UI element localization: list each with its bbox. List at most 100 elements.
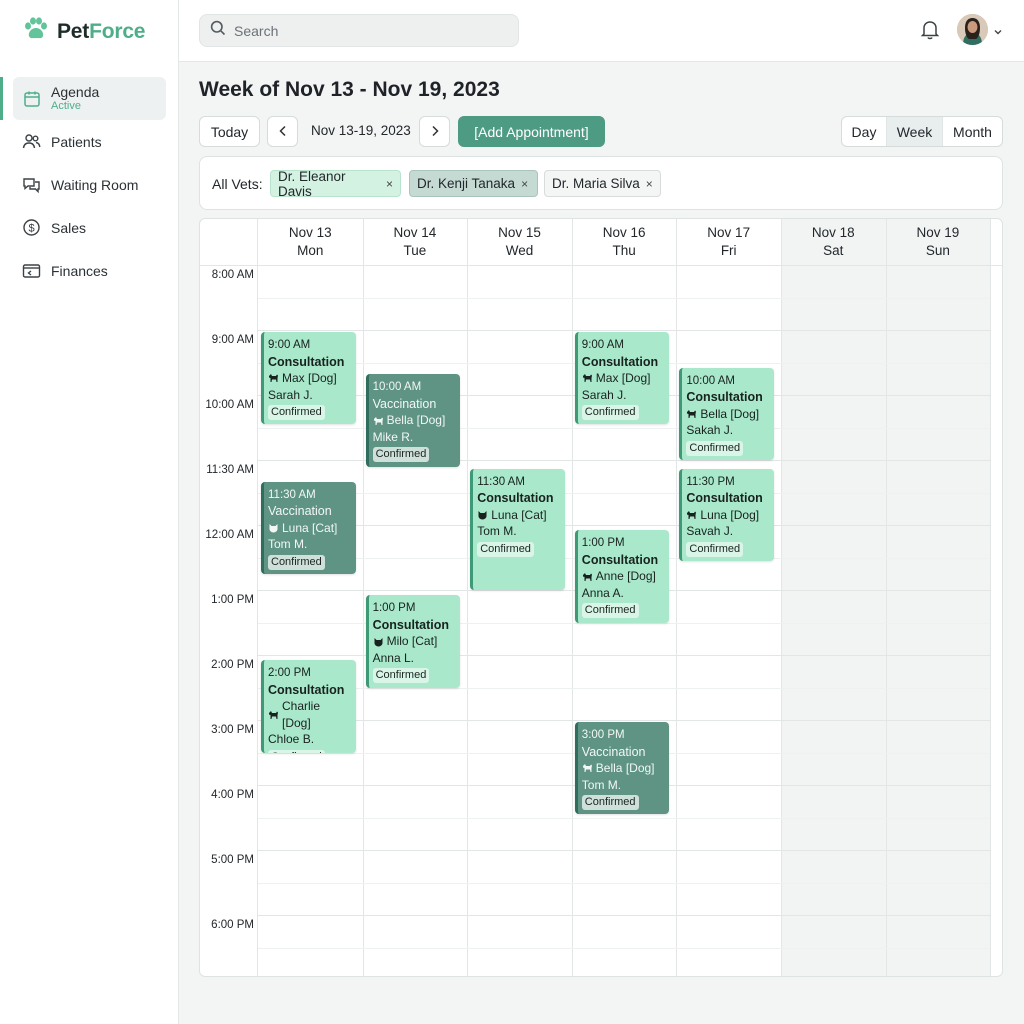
- add-appointment-button[interactable]: [Add Appointment]: [458, 116, 605, 147]
- appointment-owner: Tom M.: [581, 777, 622, 792]
- dollar-icon: $: [22, 218, 41, 237]
- view-month-button[interactable]: Month: [943, 117, 1002, 146]
- appointment-type: Vaccination: [581, 744, 646, 759]
- appointment-card[interactable]: 1:00 PM Consultation Milo [Cat] Anna L. Conf…: [365, 595, 461, 688]
- time-slot-label: 3:00 PM: [211, 724, 254, 736]
- appointment-type: Consultation: [372, 617, 449, 632]
- appointment-time: 10:00 AM: [372, 381, 422, 394]
- week-calendar-grid: Nov 13 Mon Nov 14 Tue Nov 15 Wed Nov 16 Thu Nov …: [199, 218, 1003, 977]
- appointment-time: 10:00 AM: [686, 374, 735, 387]
- sidebar-item-finances[interactable]: Finances: [13, 249, 166, 292]
- sidebar-item-label: Patients: [51, 133, 102, 150]
- sidebar-item-label: Waiting Room: [51, 176, 139, 193]
- top-bar: [179, 0, 1024, 62]
- half-hour-gridline: [258, 297, 991, 299]
- day-header: Nov 16 Thu: [572, 219, 677, 265]
- appointment-card[interactable]: 1:00 PM Consultation Anne [Dog] Anna A. Conf…: [574, 530, 670, 623]
- search-input[interactable]: [234, 22, 504, 39]
- day-header-weekday: Mon: [297, 243, 324, 258]
- half-hour-gridline: [258, 882, 991, 884]
- chevron-down-icon[interactable]: [993, 24, 1003, 42]
- time-slot-label: 12:00 AM: [205, 529, 254, 541]
- previous-week-button[interactable]: [267, 116, 298, 147]
- appointment-owner: Tom M.: [477, 524, 517, 538]
- appointment-card[interactable]: 11:30 PM Consultation Luna [Dog] Savah J. Co…: [679, 468, 774, 561]
- view-week-button[interactable]: Week: [887, 117, 943, 146]
- status-badge: Confirmed: [686, 440, 744, 456]
- appointment-patient: Max [Dog]: [268, 370, 352, 387]
- appointment-pet-name: Max [Dog]: [282, 371, 337, 385]
- sidebar-item-agenda[interactable]: Agenda Active: [0, 77, 166, 120]
- appointment-card[interactable]: 10:00 AM Consultation Bella [Dog] Sakah J. C…: [679, 367, 774, 460]
- appointment-time: 9:00 AM: [581, 339, 624, 351]
- chevron-right-icon: [430, 124, 440, 140]
- vet-chip-eleanor-davis[interactable]: Dr. Eleanor Davis ×: [270, 169, 401, 199]
- vet-filter-bar: All Vets: Dr. Eleanor Davis × Dr. Kenji …: [199, 156, 1003, 210]
- day-header-date: Nov 19: [916, 225, 960, 240]
- view-day-button[interactable]: Day: [842, 117, 887, 146]
- vet-chip-kenji-tanaka[interactable]: Dr. Kenji Tanaka ×: [409, 170, 538, 197]
- chat-icon: [22, 175, 41, 194]
- next-week-button[interactable]: [419, 116, 450, 147]
- appointment-patient: Anne [Dog]: [582, 568, 666, 585]
- appointment-card[interactable]: 9:00 AM Consultation Max [Dog] Sarah J. Conf…: [574, 332, 670, 425]
- appointment-type: Consultation: [268, 682, 345, 697]
- date-range-label: Nov 13-19, 2023: [311, 123, 411, 138]
- status-badge: Confirmed: [477, 541, 534, 557]
- day-header-date: Nov 16: [602, 225, 646, 240]
- appointment-card[interactable]: 9:00 AM Consultation Max [Dog] Sarah J. Conf…: [261, 332, 356, 425]
- appointment-type: Vaccination: [372, 396, 437, 411]
- sidebar-item-label: Sales: [51, 219, 87, 236]
- sidebar-item-sales[interactable]: $ Sales: [13, 206, 166, 249]
- active-indicator-label: Active: [51, 100, 81, 113]
- dog-icon: [582, 572, 593, 582]
- time-slot-label: 6:00 PM: [211, 919, 254, 931]
- appointment-patient: Luna [Dog]: [686, 507, 770, 524]
- appointment-time: 11:30 AM: [268, 488, 316, 501]
- appointment-owner: Anna A.: [581, 585, 624, 600]
- appointment-owner: Mike R.: [372, 429, 414, 444]
- brand-name: PetForce: [57, 20, 146, 43]
- appointment-card[interactable]: 2:00 PM Consultation Charlie [Dog] Chloe B.…: [261, 660, 356, 753]
- vet-chip-maria-silva[interactable]: Dr. Maria Silva ×: [544, 170, 661, 197]
- search-box[interactable]: [199, 14, 519, 47]
- appointment-type: Consultation: [477, 491, 554, 505]
- appointment-type: Consultation: [686, 491, 763, 505]
- close-icon[interactable]: ×: [646, 177, 653, 191]
- weekend-column-bg: [885, 219, 991, 976]
- brand-logo[interactable]: PetForce: [22, 16, 145, 48]
- time-slot-label: 11:30 AM: [206, 464, 254, 476]
- appointment-patient: Charlie [Dog]: [268, 698, 352, 731]
- appointment-card[interactable]: 11:30 AM Consultation Luna [Cat] Tom M. Conf…: [470, 468, 565, 590]
- appointment-card[interactable]: 10:00 AM Vaccination Bella [Dog] Mike R. Con…: [365, 374, 461, 467]
- day-header-weekday: Tue: [403, 243, 427, 258]
- appointment-type: Consultation: [268, 354, 345, 369]
- close-icon[interactable]: ×: [386, 177, 393, 191]
- calendar-icon: [22, 89, 41, 108]
- appointment-type: Vaccination: [268, 504, 332, 518]
- appointment-card[interactable]: 11:30 AM Vaccination Luna [Cat] Tom M. Confi…: [261, 481, 356, 574]
- vet-chip-label: Dr. Maria Silva: [552, 176, 640, 191]
- users-icon: [22, 132, 41, 151]
- wallet-icon: [22, 261, 41, 280]
- sidebar-item-patients[interactable]: Patients: [13, 120, 166, 163]
- day-header: Nov 13 Mon: [258, 219, 363, 265]
- today-button[interactable]: Today: [199, 116, 260, 147]
- cat-icon: [268, 523, 279, 533]
- status-badge: Confirmed: [372, 668, 430, 684]
- appointment-owner: Anna L.: [372, 650, 414, 665]
- bell-icon[interactable]: [920, 19, 940, 46]
- appointment-card[interactable]: 3:00 PM Vaccination Bella [Dog] Tom M. Confi…: [574, 722, 670, 815]
- column-divider: [467, 219, 469, 976]
- half-hour-gridline: [258, 947, 991, 949]
- avatar[interactable]: [957, 14, 988, 45]
- day-header: Nov 18 Sat: [781, 219, 886, 265]
- svg-text:$: $: [28, 223, 34, 235]
- appointment-type: Consultation: [686, 390, 763, 405]
- appointment-owner: Chloe B.: [268, 732, 315, 747]
- time-slot-label: 5:00 PM: [211, 854, 254, 866]
- appointment-patient: Bella [Dog]: [686, 406, 770, 423]
- day-header-weekday: Thu: [612, 243, 636, 258]
- close-icon[interactable]: ×: [521, 177, 528, 191]
- sidebar-item-waiting-room[interactable]: Waiting Room: [13, 163, 166, 206]
